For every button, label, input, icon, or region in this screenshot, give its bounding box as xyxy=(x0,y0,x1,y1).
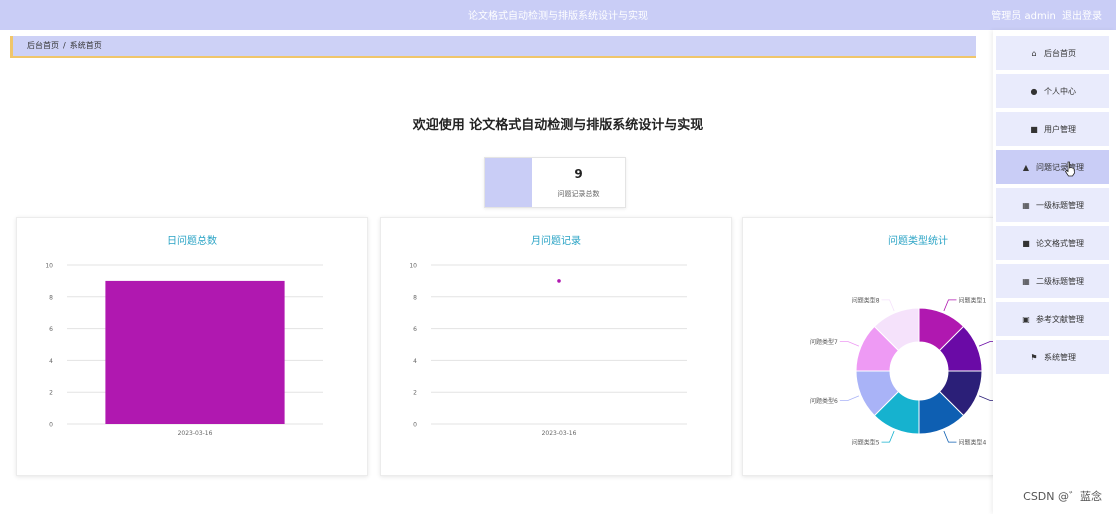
scatter-chart-monthly: 0 2 4 6 8 10 2023-03-16 xyxy=(409,263,687,437)
sidebar-item-label: 二级标题管理 xyxy=(1036,276,1084,286)
y-tick-label: 8 xyxy=(413,294,417,301)
sidebar-item-level2[interactable]: ▦ 二级标题管理 xyxy=(996,264,1109,298)
chart-panel-daily: 日问题总数 0 2 4 6 8 10 2023-03-16 xyxy=(16,217,368,476)
y-tick-label: 6 xyxy=(413,326,417,333)
x-tick-label: 2023-03-16 xyxy=(178,430,213,437)
pie-label: 问题类型7 xyxy=(810,338,838,346)
sidebar-item-label: 一级标题管理 xyxy=(1036,200,1084,210)
pie-leader-line xyxy=(839,395,860,401)
logout-link[interactable]: 退出登录 xyxy=(1062,11,1102,22)
breadcrumb-home[interactable]: 后台首页 xyxy=(27,41,59,50)
sidebar-item-home[interactable]: ⌂ 后台首页 xyxy=(996,36,1109,70)
x-tick-label: 2023-03-16 xyxy=(542,430,577,437)
pie-leader-line xyxy=(881,299,895,312)
y-tick-label: 4 xyxy=(413,358,417,365)
square-icon: ▣ xyxy=(1022,314,1030,324)
breadcrumb: 后台首页 / 系统首页 xyxy=(10,36,976,58)
user-area: 管理员 admin 退出登录 xyxy=(988,7,1102,22)
y-tick-label: 0 xyxy=(413,422,417,429)
user-icon: ● xyxy=(1030,86,1038,96)
sidebar-item-users[interactable]: ■ 用户管理 xyxy=(996,112,1109,146)
sidebar-item-problems[interactable]: ▲ 问题记录管理 xyxy=(996,150,1109,184)
pie-label: 问题类型8 xyxy=(852,296,880,304)
sidebar-item-label: 系统管理 xyxy=(1044,352,1076,362)
lock-icon: ■ xyxy=(1022,238,1030,248)
pie-label: 问题类型5 xyxy=(852,439,880,447)
welcome-heading: 欢迎使用 论文格式自动检测与排版系统设计与实现 xyxy=(412,118,704,133)
chart-icon: ▲ xyxy=(1022,162,1030,172)
sidebar-item-level1[interactable]: ▦ 一级标题管理 xyxy=(996,188,1109,222)
y-tick-label: 0 xyxy=(49,422,53,429)
sidebar-item-system[interactable]: ⚑ 系统管理 xyxy=(996,340,1109,374)
lock-icon: ■ xyxy=(1030,124,1038,134)
pie-label: 问题类型1 xyxy=(958,296,986,304)
bar xyxy=(105,280,285,424)
stat-value: 9 xyxy=(574,167,583,181)
sidebar-item-format[interactable]: ■ 论文格式管理 xyxy=(996,226,1109,260)
pie-chart-types: 问题类型1问题类型2问题类型3问题类型4问题类型5问题类型6问题类型7问题类型8 xyxy=(810,296,993,447)
y-tick-label: 10 xyxy=(45,263,53,270)
pie-leader-line xyxy=(978,395,993,401)
stat-swatch xyxy=(485,158,532,207)
breadcrumb-separator: / xyxy=(63,41,66,50)
data-point xyxy=(557,279,561,283)
grid-icon: ▦ xyxy=(1022,276,1030,286)
home-icon: ⌂ xyxy=(1031,48,1037,58)
chart-panel-types: 问题类型统计 问题类型1问题类型2问题类型3问题类型4问题类型5问题类型6问题类… xyxy=(742,217,994,476)
sidebar-item-references[interactable]: ▣ 参考文献管理 xyxy=(996,302,1109,336)
pie-leader-line xyxy=(839,341,860,347)
pie-leader-line xyxy=(943,299,957,312)
top-header: 论文格式自动检测与排版系统设计与实现 管理员 admin 退出登录 xyxy=(0,0,1116,30)
stat-card: 9 问题记录总数 xyxy=(484,157,626,208)
breadcrumb-current: 系统首页 xyxy=(69,41,102,50)
y-tick-label: 2 xyxy=(49,390,53,397)
system-title: 论文格式自动检测与排版系统设计与实现 xyxy=(468,11,648,22)
y-tick-label: 2 xyxy=(413,390,417,397)
sidebar-item-label: 后台首页 xyxy=(1044,48,1076,58)
pie-leader-line xyxy=(881,430,895,443)
flag-icon: ⚑ xyxy=(1030,352,1038,362)
y-tick-label: 8 xyxy=(49,294,53,301)
watermark: CSDN @゛蓝念 xyxy=(1023,490,1102,503)
y-tick-label: 4 xyxy=(49,358,53,365)
grid-icon: ▦ xyxy=(1022,200,1030,210)
sidebar-item-label: 参考文献管理 xyxy=(1036,314,1084,324)
bar-chart-daily: 0 2 4 6 8 10 2023-03-16 xyxy=(45,263,323,437)
y-tick-label: 10 xyxy=(409,263,417,270)
sidebar-item-profile[interactable]: ● 个人中心 xyxy=(996,74,1109,108)
hand-cursor-icon xyxy=(1064,161,1075,177)
stat-label: 问题记录总数 xyxy=(557,190,600,198)
sidebar-item-label: 问题记录管理 xyxy=(1036,162,1084,172)
chart-panel-monthly: 月问题记录 0 2 4 6 8 10 2023-03-16 xyxy=(380,217,732,476)
user-label: 管理员 admin xyxy=(991,11,1056,22)
y-tick-label: 6 xyxy=(49,326,53,333)
pie-label: 问题类型4 xyxy=(958,439,986,447)
sidebar-item-label: 个人中心 xyxy=(1044,86,1076,96)
sidebar-item-label: 论文格式管理 xyxy=(1036,238,1084,248)
pie-leader-line xyxy=(978,341,993,347)
sidebar-menu: ⌂ 后台首页 ● 个人中心 ■ 用户管理 ▲ 问题记录管理 ▦ 一级标题管理 ■ 论文格式管… xyxy=(993,30,1116,514)
pie-label: 问题类型6 xyxy=(810,397,838,405)
sidebar-item-label: 用户管理 xyxy=(1044,124,1076,134)
pie-leader-line xyxy=(943,430,957,443)
